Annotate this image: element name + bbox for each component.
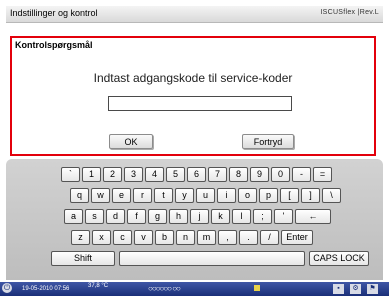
key[interactable]: f (127, 209, 146, 224)
key[interactable]: b (155, 230, 174, 245)
key[interactable]: k (211, 209, 230, 224)
settings-icon[interactable]: ⚙ (350, 284, 361, 294)
flag-icon[interactable]: ⚑ (367, 284, 378, 294)
power-icon[interactable]: ⏻ (2, 283, 12, 293)
key[interactable]: 3 (124, 167, 143, 182)
enter-key[interactable]: Enter (281, 230, 313, 245)
date-time: 19-05-2010 07:56 (22, 286, 70, 292)
key[interactable]: 2 (103, 167, 122, 182)
key[interactable]: ; (253, 209, 272, 224)
password-prompt: Indtast adgangskode til service-koder (93, 71, 293, 85)
key[interactable]: u (196, 188, 215, 203)
key[interactable]: 5 (166, 167, 185, 182)
key[interactable]: 4 (145, 167, 164, 182)
key[interactable]: 6 (187, 167, 206, 182)
key[interactable]: 0 (271, 167, 290, 182)
monitor-icon[interactable]: ▪ (333, 284, 344, 294)
backspace-key[interactable]: ← (295, 209, 331, 224)
key[interactable]: 7 (208, 167, 227, 182)
key[interactable]: e (112, 188, 131, 203)
key[interactable]: q (70, 188, 89, 203)
key[interactable]: a (64, 209, 83, 224)
key[interactable]: \ (322, 188, 341, 203)
key[interactable]: i (217, 188, 236, 203)
status-square-icon (254, 285, 260, 291)
key[interactable]: p (259, 188, 278, 203)
key[interactable]: ' (274, 209, 293, 224)
key[interactable]: d (106, 209, 125, 224)
cancel-button[interactable]: Fortryd (242, 134, 294, 149)
space-key[interactable] (119, 251, 305, 266)
status-indicators: ○○○○○○ ○○ (148, 284, 181, 293)
key[interactable]: r (133, 188, 152, 203)
key[interactable]: t (154, 188, 173, 203)
key[interactable]: 1 (82, 167, 101, 182)
key[interactable]: o (238, 188, 257, 203)
temperature-readout: 37,8 °C (88, 283, 109, 289)
key[interactable]: 8 (229, 167, 248, 182)
key[interactable]: - (292, 167, 311, 182)
window-title: Indstillinger og kontrol (10, 8, 98, 18)
status-bar: ⏻ 19-05-2010 07:56 37,8 °C ○○○○○○ ○○ ▪ ⚙… (0, 282, 389, 296)
ok-button[interactable]: OK (109, 134, 153, 149)
key[interactable]: v (134, 230, 153, 245)
on-screen-keyboard: ` 1 2 3 4 5 6 7 8 9 0- = q w e r t y u i o p[] \ a s d f g h j k l; ' ← z x… (6, 159, 383, 280)
control-question-dialog: Kontrolspørgsmål Indtast adgangskode til… (10, 36, 376, 156)
key[interactable]: c (113, 230, 132, 245)
key[interactable]: m (197, 230, 216, 245)
key[interactable]: x (92, 230, 111, 245)
key[interactable]: , (218, 230, 237, 245)
key[interactable]: s (85, 209, 104, 224)
key[interactable]: = (313, 167, 332, 182)
brand-logo: ISCUSflex |Rev.L (320, 9, 379, 16)
password-input[interactable] (108, 96, 292, 111)
key[interactable]: ] (301, 188, 320, 203)
key[interactable]: . (239, 230, 258, 245)
app-window: Indstillinger og kontrol ISCUSflex |Rev.… (0, 0, 389, 296)
caps-lock-key[interactable]: CAPS LOCK (309, 251, 369, 266)
key[interactable]: [ (280, 188, 299, 203)
key[interactable]: h (169, 209, 188, 224)
shift-key[interactable]: Shift (51, 251, 115, 266)
key[interactable]: l (232, 209, 251, 224)
key[interactable]: w (91, 188, 110, 203)
key[interactable]: y (175, 188, 194, 203)
key[interactable]: j (190, 209, 209, 224)
key[interactable]: / (260, 230, 279, 245)
dialog-title: Kontrolspørgsmål (15, 40, 93, 50)
key[interactable]: 9 (250, 167, 269, 182)
key[interactable]: ` (61, 167, 80, 182)
key[interactable]: g (148, 209, 167, 224)
key[interactable]: n (176, 230, 195, 245)
title-bar: Indstillinger og kontrol ISCUSflex |Rev.… (6, 6, 383, 23)
key[interactable]: z (71, 230, 90, 245)
